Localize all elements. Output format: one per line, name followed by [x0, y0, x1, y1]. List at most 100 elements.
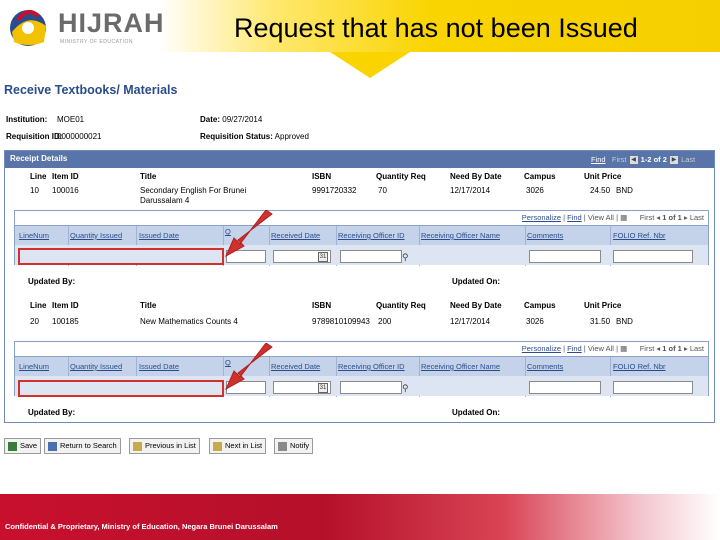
save-label: Save [20, 441, 38, 450]
slide-title: Request that has not been Issued [234, 13, 638, 43]
requisition-id-value: 0000000021 [57, 132, 102, 141]
row1-line: 10 [30, 186, 39, 195]
slide-footer-band [0, 494, 720, 540]
calendar-icon[interactable]: 31 [318, 383, 328, 393]
row1-title-line1: Secondary English For Brunei [140, 186, 247, 195]
lookup-search-icon[interactable]: ⚲ [402, 383, 412, 393]
col-isbn: ISBN [312, 301, 332, 310]
find-link[interactable]: Find [591, 155, 606, 164]
comments-input-1[interactable] [529, 250, 601, 263]
col-comments[interactable]: Comments [527, 362, 563, 371]
grid-prev-icon[interactable]: ◂ [656, 213, 660, 222]
col-quantity-req: Quantity Req [376, 301, 426, 310]
col-campus: Campus [524, 301, 556, 310]
col-line: Line [30, 172, 47, 181]
col-received-date[interactable]: Received Date [271, 231, 320, 240]
lookup-search-icon[interactable]: ⚲ [402, 252, 412, 262]
requisition-id-label: Requisition ID: [6, 132, 63, 141]
personalize-link[interactable]: Personalize [522, 344, 561, 353]
grid-download-icon[interactable]: ▦ [620, 344, 627, 353]
view-all-link[interactable]: View All [588, 344, 614, 353]
grid-next-icon[interactable]: ▸ [684, 344, 688, 353]
date-field: Date: 09/27/2014 [200, 115, 262, 124]
row2-item-id: 100185 [52, 317, 79, 326]
col-quantity-issued[interactable]: Quantity Issued [70, 362, 122, 371]
last-link[interactable]: Last [681, 155, 695, 164]
col-receiving-officer-name[interactable]: Receiving Officer Name [421, 362, 500, 371]
next-in-list-button[interactable]: Next in List [209, 438, 267, 454]
row1-quantity: 70 [378, 186, 387, 195]
grid-next-icon[interactable]: ▸ [684, 213, 688, 222]
previous-icon [133, 441, 142, 451]
logo-subtitle: MINISTRY OF EDUCATION [60, 39, 134, 45]
issue-grid-2-header: LineNum Quantity Issued Issued Date Q Re… [15, 356, 708, 397]
personalize-link[interactable]: Personalize [522, 213, 561, 222]
notify-button[interactable]: Notify [274, 438, 314, 454]
row1-campus: 3026 [526, 186, 544, 195]
col-folio-ref[interactable]: FOLIO Ref. Nbr [613, 362, 666, 371]
grid-last-link[interactable]: Last [690, 344, 704, 353]
grid-first-link[interactable]: First [640, 344, 655, 353]
grid-last-link[interactable]: Last [690, 213, 704, 222]
col-issued-date[interactable]: Issued Date [139, 231, 179, 240]
previous-in-list-button[interactable]: Previous in List [129, 438, 200, 454]
first-link[interactable]: First [612, 155, 627, 164]
grid-first-link[interactable]: First [640, 213, 655, 222]
issue-grid-1-header: LineNum Quantity Issued Issued Date Q Re… [15, 225, 708, 266]
col-unit-price: Unit Price [584, 301, 622, 310]
institution-label: Institution: [6, 115, 48, 124]
col-line: Line [30, 301, 47, 310]
receiving-officer-id-input-2[interactable] [340, 381, 402, 394]
col-quantity-req: Quantity Req [376, 172, 426, 181]
row1-isbn: 9991720332 [312, 186, 357, 195]
issue-grid-2-nav: Personalize | Find | View All | ▦ First … [521, 344, 704, 353]
highlight-box-2 [18, 380, 224, 397]
next-icon [213, 441, 222, 451]
receipt-details-header: Receipt Details Find First ◀ 1-2 of 2 ▶ … [5, 151, 714, 168]
col-issued-date[interactable]: Issued Date [139, 362, 179, 371]
slide-header-notch [330, 52, 410, 78]
prev-arrow-icon[interactable]: ◀ [629, 156, 638, 165]
hijrah-logo: HIJRAH MINISTRY OF EDUCATION [4, 2, 164, 50]
requisition-status-value: Approved [274, 132, 309, 141]
save-button[interactable]: Save [4, 438, 42, 454]
col-receiving-officer-name[interactable]: Receiving Officer Name [421, 231, 500, 240]
col-line-num[interactable]: LineNum [19, 362, 49, 371]
issue-grid-1-nav: Personalize | Find | View All | ▦ First … [521, 213, 704, 222]
col-folio-ref[interactable]: FOLIO Ref. Nbr [613, 231, 666, 240]
folio-ref-input-2[interactable] [613, 381, 693, 394]
col-quantity-issued[interactable]: Quantity Issued [70, 231, 122, 240]
col-receiving-officer-id[interactable]: Receiving Officer ID [338, 362, 405, 371]
view-all-link[interactable]: View All [588, 213, 614, 222]
requisition-id-field: Requisition ID: 0000000021 [6, 132, 102, 141]
red-arrow-icon [224, 343, 273, 391]
grid-download-icon[interactable]: ▦ [620, 213, 627, 222]
grid-find-link[interactable]: Find [567, 344, 582, 353]
col-comments[interactable]: Comments [527, 231, 563, 240]
row1-need-by-date: 12/17/2014 [450, 186, 491, 195]
grid-prev-icon[interactable]: ◂ [656, 344, 660, 353]
row2-unit-price: 31.50 [590, 317, 611, 326]
grid-count: 1 of 1 [662, 344, 682, 353]
row1-updated-on: Updated On: [452, 277, 500, 286]
col-isbn: ISBN [312, 172, 332, 181]
comments-input-2[interactable] [529, 381, 601, 394]
grid-find-link[interactable]: Find [567, 213, 582, 222]
date-value: 09/27/2014 [222, 115, 263, 124]
row1-title-line2: Darussalam 4 [140, 196, 190, 205]
calendar-icon[interactable]: 31 [318, 252, 328, 262]
row2-campus: 3026 [526, 317, 544, 326]
next-arrow-icon[interactable]: ▶ [670, 156, 678, 165]
col-title: Title [140, 172, 157, 181]
col-need-by-date: Need By Date [450, 301, 502, 310]
highlight-box-1 [18, 248, 224, 265]
col-line-num[interactable]: LineNum [19, 231, 49, 240]
col-receiving-officer-id[interactable]: Receiving Officer ID [338, 231, 405, 240]
requisition-status-field: Requisition Status: Approved [200, 132, 309, 141]
footer-text: Confidential & Proprietary, Ministry of … [5, 522, 278, 531]
return-to-search-button[interactable]: Return to Search [44, 438, 121, 454]
receiving-officer-id-input-1[interactable] [340, 250, 402, 263]
folio-ref-input-1[interactable] [613, 250, 693, 263]
col-received-date[interactable]: Received Date [271, 362, 320, 371]
issue-grid-1-toolbar: Personalize | Find | View All | ▦ First … [15, 211, 708, 224]
